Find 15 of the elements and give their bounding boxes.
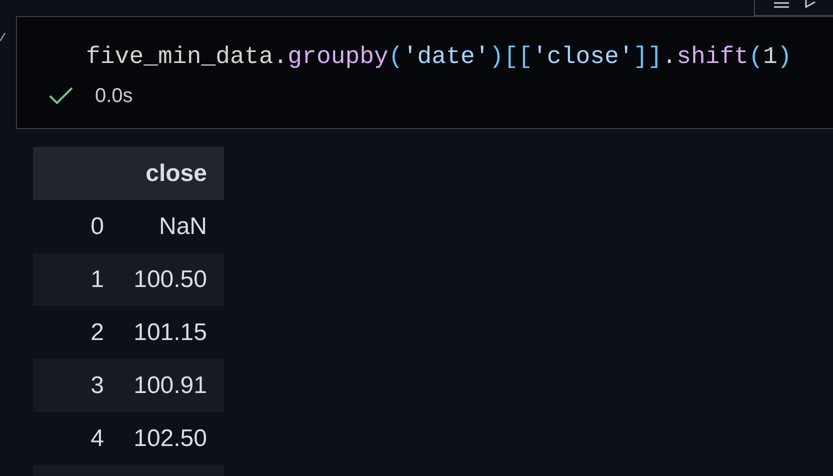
row-index: 4 bbox=[33, 412, 113, 465]
row-index: 0 bbox=[33, 200, 113, 253]
table-cell: 100.91 bbox=[113, 359, 224, 412]
row-index: 3 bbox=[33, 359, 113, 412]
table-cell: 100.50 bbox=[113, 253, 224, 306]
table-cell: 101.15 bbox=[113, 306, 224, 359]
table-cell: 102.50 bbox=[113, 412, 224, 465]
table-cell: NaN bbox=[113, 200, 224, 253]
chevron-icon[interactable] bbox=[0, 32, 6, 42]
play-icon[interactable] bbox=[805, 0, 817, 9]
code-line[interactable]: five_min_data.groupby('date')[['close']].shift(1) bbox=[17, 17, 833, 75]
execution-time: 0.0s bbox=[95, 84, 133, 109]
column-header: close bbox=[113, 147, 224, 200]
row-index: 1 bbox=[33, 253, 113, 306]
row-index: 2 bbox=[33, 306, 113, 359]
